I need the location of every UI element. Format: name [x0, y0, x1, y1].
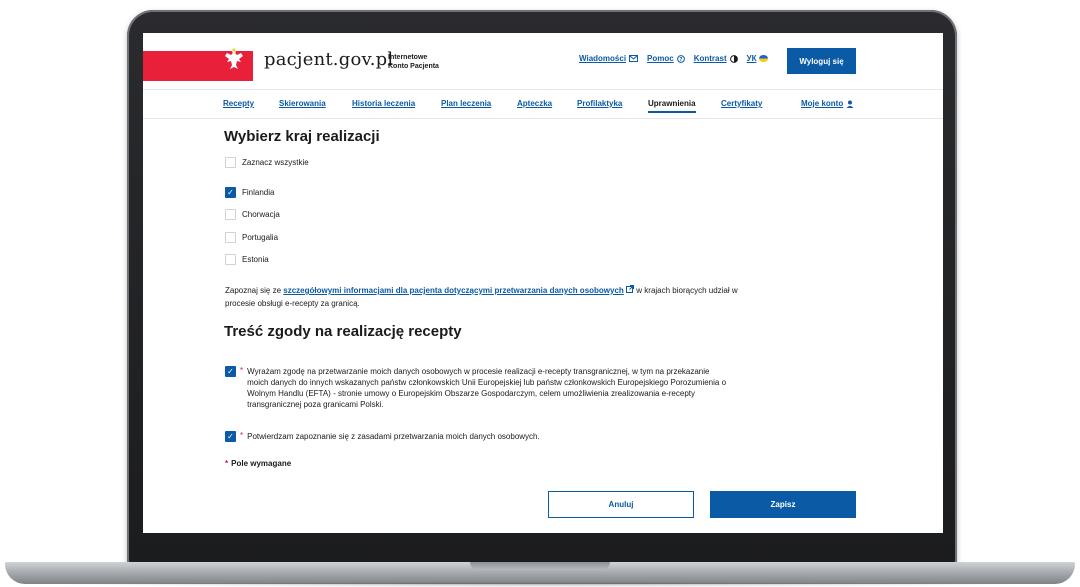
svg-text:?: ?: [679, 57, 682, 63]
nav-moje-konto[interactable]: Moje konto: [801, 99, 854, 108]
country-label: Finlandia: [242, 188, 275, 197]
country-row-chorwacja[interactable]: Chorwacja: [225, 209, 280, 220]
help-link[interactable]: Pomoc ?: [647, 54, 685, 63]
header-links: Wiadomości Pomoc ? Kontrast УК: [579, 54, 777, 63]
language-link[interactable]: УК: [747, 54, 769, 63]
country-label: Estonia: [242, 255, 269, 264]
required-marker: *: [240, 431, 244, 440]
site-subtitle-line1: Internetowe: [388, 54, 428, 61]
consent-section-title: Treść zgody na realizację recepty: [224, 323, 462, 340]
contrast-label: Kontrast: [693, 54, 727, 63]
site-subtitle-line2: Konto Pacjenta: [388, 63, 439, 70]
save-button[interactable]: Zapisz: [710, 491, 856, 518]
main-content: Wybierz kraj realizacji Zaznacz wszystki…: [143, 120, 943, 533]
help-label: Pomoc: [647, 54, 674, 63]
external-link-icon[interactable]: [626, 285, 635, 293]
consent-1-checkbox[interactable]: ✓: [225, 366, 236, 377]
nav-skierowania[interactable]: Skierowania: [279, 99, 326, 108]
messages-link[interactable]: Wiadomości: [579, 54, 639, 63]
required-field-note: * Pole wymagane: [225, 459, 291, 468]
country-section-title: Wybierz kraj realizacji: [224, 128, 380, 145]
consent-2-checkbox[interactable]: ✓: [225, 431, 236, 442]
logout-button[interactable]: Wyloguj się: [787, 48, 856, 74]
required-note-marker: *: [225, 459, 229, 468]
select-all-row[interactable]: Zaznacz wszystkie: [225, 157, 309, 168]
screen: pacjent.gov.pl Internetowe Konto Pacjent…: [143, 33, 943, 533]
question-circle-icon: ?: [676, 54, 685, 63]
main-nav: Recepty Skierowania Historia leczenia Pl…: [143, 89, 943, 119]
privacy-info-text: Zapoznaj się ze szczegółowymi informacja…: [225, 284, 745, 310]
envelope-icon: [629, 55, 639, 62]
messages-label: Wiadomości: [579, 54, 627, 63]
user-icon: [846, 100, 854, 108]
laptop-notch: [470, 562, 610, 570]
country-checkbox-finlandia[interactable]: ✓: [225, 187, 236, 198]
contrast-icon: [729, 54, 738, 63]
nav-plan-leczenia[interactable]: Plan leczenia: [441, 99, 491, 108]
site-subtitle: Internetowe Konto Pacjenta: [388, 53, 439, 71]
country-checkbox-chorwacja[interactable]: [225, 209, 236, 220]
consent-1-text: Wyrażam zgodę na przetwarzanie moich dan…: [247, 367, 727, 409]
country-row-portugalia[interactable]: Portugalia: [225, 232, 278, 243]
privacy-info-link[interactable]: szczegółowymi informacjami dla pacjenta …: [283, 286, 624, 295]
required-note-label: Pole wymagane: [231, 459, 292, 468]
nav-historia-leczenia[interactable]: Historia leczenia: [352, 99, 415, 108]
required-marker: *: [240, 366, 244, 375]
ukraine-flag-icon: [759, 55, 769, 62]
language-label: УК: [746, 54, 757, 63]
nav-uprawnienia[interactable]: Uprawnienia: [648, 99, 696, 113]
country-label: Chorwacja: [242, 210, 280, 219]
country-checkbox-portugalia[interactable]: [225, 232, 236, 243]
eagle-emblem-icon: [225, 48, 243, 69]
country-checkbox-estonia[interactable]: [225, 254, 236, 265]
country-label: Portugalia: [242, 233, 279, 242]
consent-2-row[interactable]: ✓ * Potwierdzam zapoznanie się z zasadam…: [225, 431, 727, 442]
select-all-checkbox[interactable]: [225, 157, 236, 168]
laptop-shadow: [40, 582, 1040, 587]
country-row-finlandia[interactable]: ✓ Finlandia: [225, 187, 274, 198]
site-name[interactable]: pacjent.gov.pl: [264, 49, 393, 70]
consent-1-row[interactable]: ✓ * Wyrażam zgodę na przetwarzanie moich…: [225, 366, 727, 410]
nav-moje-konto-label: Moje konto: [801, 99, 844, 108]
cancel-button[interactable]: Anuluj: [548, 491, 694, 518]
site-header: pacjent.gov.pl Internetowe Konto Pacjent…: [143, 33, 943, 89]
country-row-estonia[interactable]: Estonia: [225, 254, 269, 265]
nav-apteczka[interactable]: Apteczka: [517, 99, 552, 108]
consent-2-text: Potwierdzam zapoznanie się z zasadami pr…: [247, 432, 540, 441]
contrast-link[interactable]: Kontrast: [694, 54, 738, 63]
select-all-label: Zaznacz wszystkie: [242, 158, 309, 167]
info-prefix: Zapoznaj się ze: [225, 286, 282, 295]
nav-certyfikaty[interactable]: Certyfikaty: [721, 99, 762, 108]
nav-recepty[interactable]: Recepty: [223, 99, 254, 108]
nav-profilaktyka[interactable]: Profilaktyka: [577, 99, 622, 108]
